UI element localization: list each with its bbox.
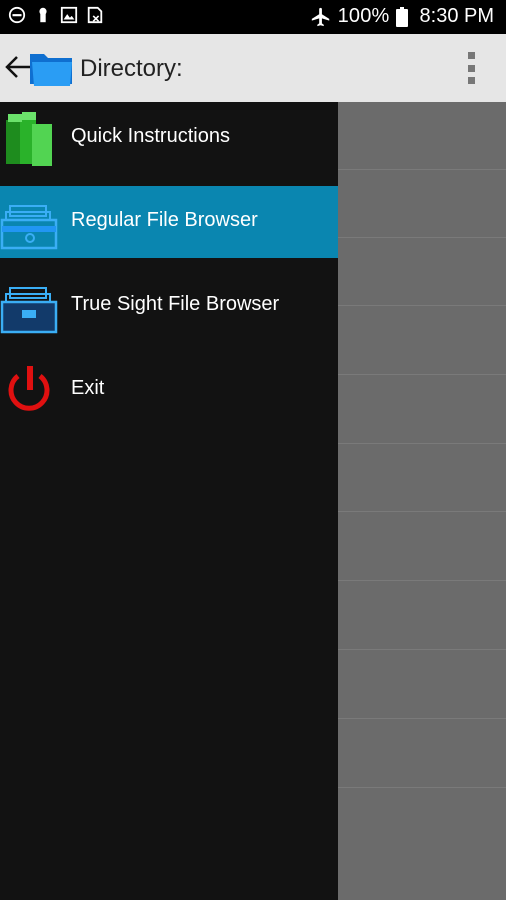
drawer-item-regular-file-browser[interactable]: Regular File Browser	[0, 186, 338, 258]
overflow-menu-icon[interactable]	[468, 52, 476, 84]
folder-icon	[30, 54, 72, 86]
drawer-item-quick-instructions[interactable]: Quick Instructions	[0, 102, 338, 174]
power-icon	[8, 366, 50, 411]
gallery-icon	[60, 6, 78, 24]
battery-icon	[395, 6, 408, 27]
page-title: Directory:	[80, 55, 183, 82]
airplane-icon	[311, 7, 329, 26]
status-left-icons	[8, 6, 104, 24]
drawer-item-label: Exit	[71, 377, 105, 399]
drawer-item-label: Quick Instructions	[71, 125, 230, 147]
open-file-drawer-icon	[0, 205, 58, 250]
sim-card-icon	[87, 6, 103, 24]
status-time: 8:30 PM	[419, 5, 494, 27]
navigation-drawer: Quick Instructions Regular File Browser …	[0, 102, 338, 900]
battery-percent: 100%	[337, 5, 390, 27]
green-binders-icon	[6, 112, 52, 166]
drawer-item-label: Regular File Browser	[71, 209, 258, 231]
app-bar: Directory:	[0, 34, 506, 102]
drawer-item-exit[interactable]: Exit	[0, 354, 338, 426]
drawer-item-label: True Sight File Browser	[71, 293, 280, 315]
status-bar: 100% 8:30 PM	[0, 0, 506, 34]
file-cabinet-icon	[0, 287, 58, 334]
do-not-disturb-icon	[8, 6, 26, 24]
keyhole-icon	[39, 7, 47, 23]
drawer-item-true-sight-file-browser[interactable]: True Sight File Browser	[0, 270, 338, 342]
status-right: 100% 8:30 PM	[310, 5, 494, 28]
